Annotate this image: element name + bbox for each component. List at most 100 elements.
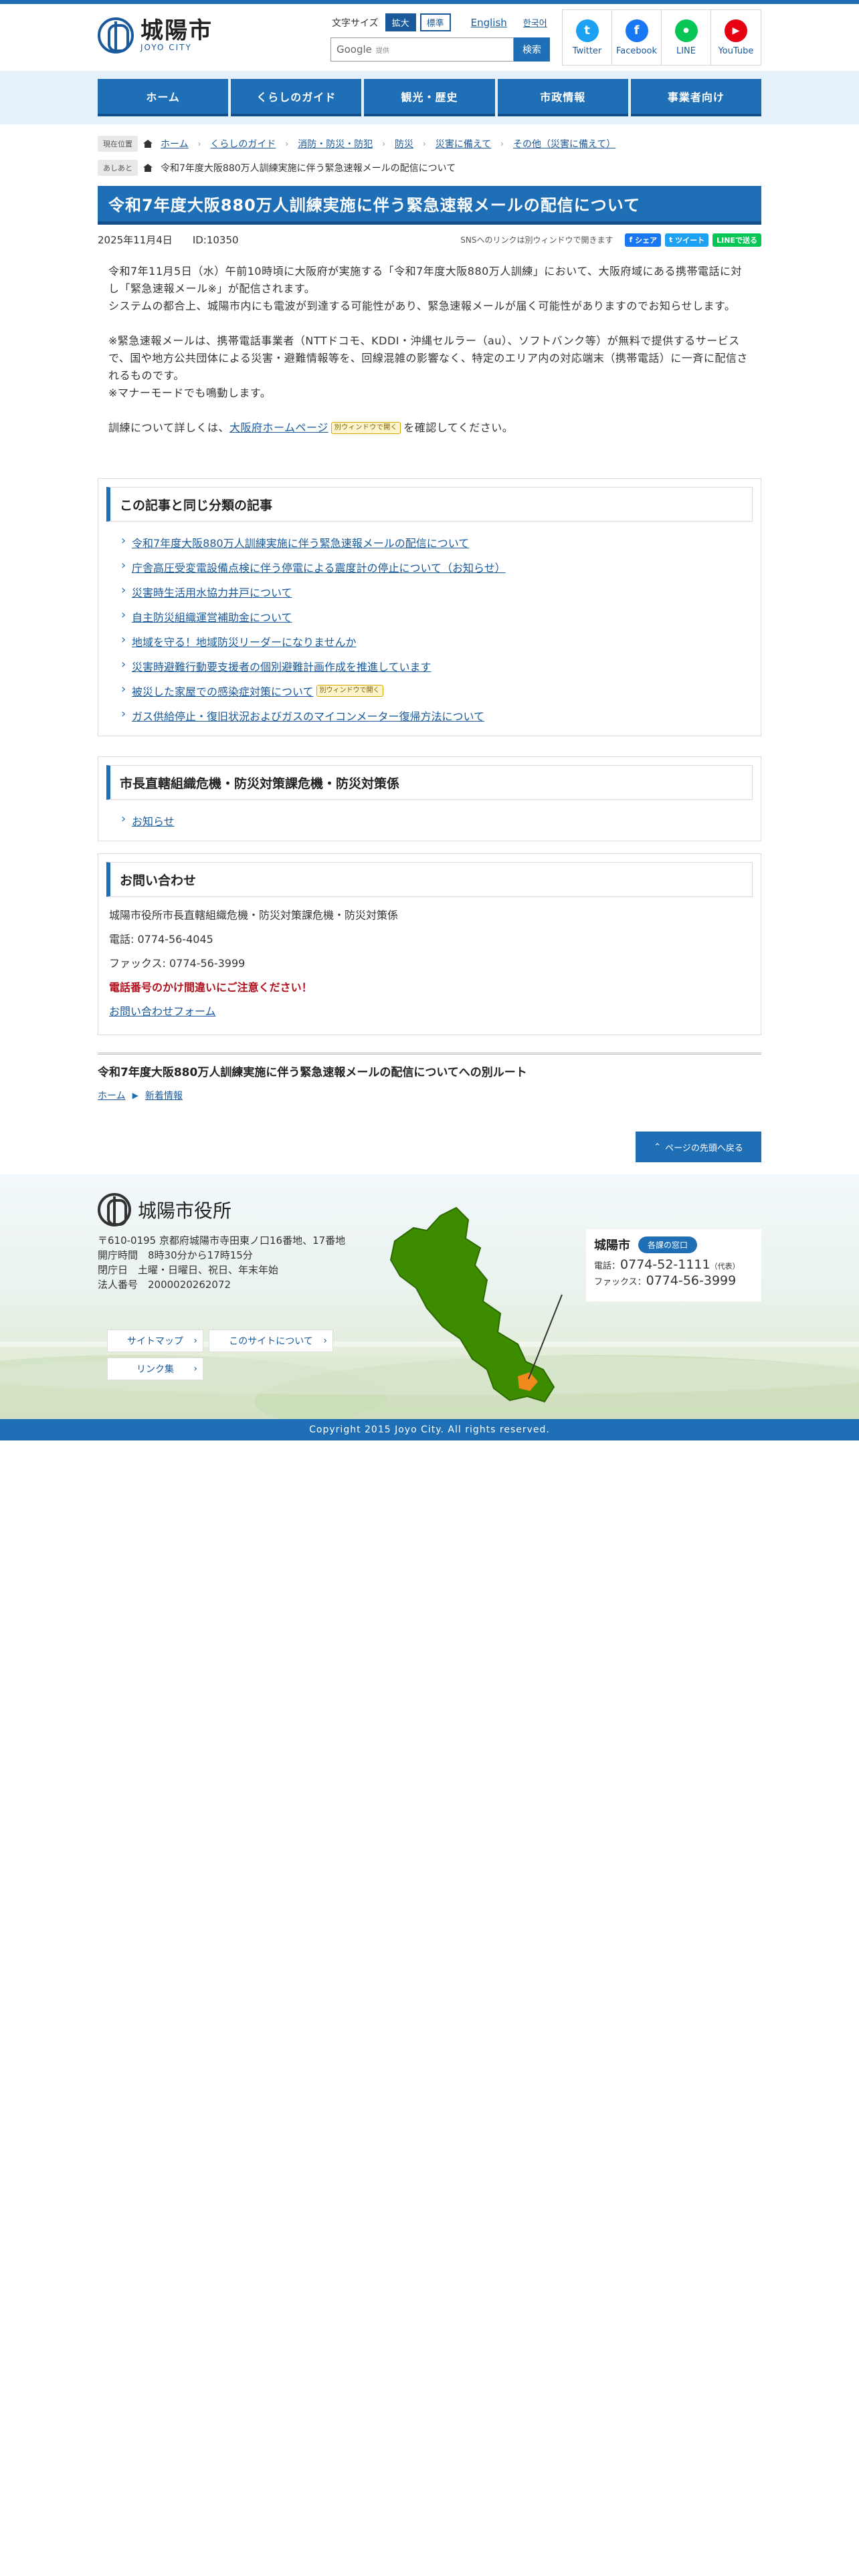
chevron-right-icon: › — [423, 139, 426, 148]
related-link[interactable]: 災害時避難行動要支援者の個別避難計画作成を推進しています — [132, 658, 432, 674]
twitter-icon: t — [669, 235, 676, 244]
tweet-label: ツイート — [675, 235, 705, 245]
twitter-icon: t — [575, 19, 599, 42]
search-input[interactable]: Google 提供 — [330, 37, 514, 62]
utility-bar: 文字サイズ 拡大 標準 English 한국어 — [332, 13, 547, 31]
body-paragraph-2: ※緊急速報メールは、携帯電話事業者（NTTドコモ、KDDI・沖縄セルラー（au）… — [108, 332, 751, 402]
card-tel: 電話：0774-52-1111（代表） — [594, 1257, 753, 1272]
line-icon: ● — [674, 19, 698, 42]
osaka-link[interactable]: 大阪府ホームページ — [229, 421, 328, 434]
related-link[interactable]: 令和7年度大阪880万人訓練実施に伴う緊急速報メールの配信について — [132, 534, 469, 550]
chevron-right-icon: › — [382, 139, 386, 148]
breadcrumb-trail: あしあと 令和7年度大阪880万人訓練実施に伴う緊急速報メールの配信について — [98, 158, 761, 178]
city-map-icon — [389, 1206, 563, 1403]
site-search: Google 提供 検索 — [330, 37, 550, 62]
global-nav-band: ホーム くらしのガイド 観光・歴史 市政情報 事業者向け — [0, 71, 859, 124]
about-site-link[interactable]: このサイトについて — [209, 1329, 333, 1352]
breadcrumb: 現在位置 ホーム › くらしのガイド › 消防・防災・防犯 › 防災 › 災害に… — [98, 134, 761, 178]
related-list: 令和7年度大阪880万人訓練実施に伴う緊急速報メールの配信について 庁舎高圧受変… — [106, 530, 753, 728]
body-p3-pre: 訓練について詳しくは、 — [108, 421, 230, 434]
gnav-business[interactable]: 事業者向け — [630, 79, 762, 116]
site-footer: 城陽市役所 〒610-0195 京都府城陽市寺田東ノ口16番地、17番地 開庁時… — [0, 1174, 859, 1419]
facebook-share-button[interactable]: f シェア — [625, 233, 662, 247]
footer-logo-name: 城陽市役所 — [138, 1200, 232, 1222]
facebook-share-label: シェア — [635, 235, 658, 245]
department-box: 市長直轄組織危機・防災対策課危機・防災対策係 お知らせ — [98, 756, 761, 841]
related-link[interactable]: 自主防災組織運営補助金について — [132, 609, 292, 625]
gnav-city-info[interactable]: 市政情報 — [497, 79, 628, 116]
contact-heading: お問い合わせ — [106, 862, 753, 897]
related-link[interactable]: 被災した家屋での感染症対策について — [132, 683, 314, 699]
city-emblem-icon — [98, 17, 134, 53]
related-link[interactable]: ガス供給停止・復旧状況およびガスのマイコンメーター復帰方法について — [132, 708, 484, 724]
triangle-right-icon: ▶ — [132, 1091, 138, 1100]
sitemap-link[interactable]: サイトマップ — [107, 1329, 203, 1352]
gnav-home[interactable]: ホーム — [98, 79, 229, 116]
korean-link[interactable]: 한국어 — [523, 16, 547, 29]
sns-line[interactable]: ● LINE — [662, 10, 711, 65]
other-route-links: ホーム ▶ 新着情報 — [98, 1089, 761, 1102]
list-item: 地域を守る！地域防災リーダーになりませんか — [121, 629, 753, 653]
logo-name: 城陽市 — [140, 17, 213, 44]
search-note: 提供 — [375, 47, 389, 55]
contact-tel: 電話: 0774-56-4045 — [109, 933, 213, 946]
gnav-living-guide[interactable]: くらしのガイド — [231, 79, 362, 116]
link-collection-link[interactable]: リンク集 — [107, 1358, 203, 1380]
breadcrumb-fire[interactable]: 消防・防災・防犯 — [298, 137, 373, 150]
body-p3-post: を確認してください。 — [403, 421, 514, 434]
related-link[interactable]: 地域を守る！地域防災リーダーになりませんか — [132, 633, 357, 649]
font-size-label: 文字サイズ — [332, 17, 379, 29]
department-notice-link[interactable]: お知らせ — [132, 813, 175, 829]
site-logo[interactable]: 城陽市 JOYO CITY — [98, 17, 213, 53]
youtube-icon: ▶ — [725, 19, 747, 42]
other-route-home[interactable]: ホーム — [98, 1089, 126, 1102]
breadcrumb-other[interactable]: その他（災害に備えて） — [513, 137, 615, 150]
search-button[interactable]: 検索 — [514, 37, 550, 62]
footer-corp-number: 法人番号 2000020262072 — [98, 1279, 231, 1291]
card-fax: ファックス：0774-56-3999 — [594, 1273, 753, 1288]
footer-hours: 開庁時間 8時30分から17時15分 — [98, 1249, 253, 1261]
sns-label: Facebook — [615, 45, 658, 56]
department-window-button[interactable]: 各課の窓口 — [638, 1236, 698, 1253]
breadcrumb-disaster[interactable]: 防災 — [395, 137, 413, 150]
other-route-news[interactable]: 新着情報 — [145, 1089, 183, 1102]
article-body: 令和7年11月5日（水）午前10時頃に大阪府が実施する「令和7年度大阪880万人… — [98, 263, 761, 437]
body-p2b: ※マナーモードでも鳴動します。 — [108, 387, 272, 399]
card-city: 城陽市 — [594, 1239, 630, 1253]
chevron-right-icon: › — [285, 139, 289, 148]
footer-closed: 閉庁日 土曜・日曜日、祝日、年末年始 — [98, 1264, 279, 1276]
new-window-badge: 別ウィンドウで開く — [316, 684, 383, 697]
contact-form-link[interactable]: お問い合わせフォーム — [109, 1005, 216, 1018]
breadcrumb-living[interactable]: くらしのガイド — [210, 137, 276, 150]
list-item: 庁舎高圧受変電設備点検に伴う停電による震度計の停止について（お知らせ） — [121, 554, 753, 579]
breadcrumb-prepare[interactable]: 災害に備えて — [436, 137, 491, 150]
footer-links: サイトマップ このサイトについて リンク集 — [107, 1329, 361, 1380]
home-icon — [143, 164, 153, 172]
footer-address: 〒610-0195 京都府城陽市寺田東ノ口16番地、17番地 開庁時間 8時30… — [98, 1233, 405, 1292]
page-top-button[interactable]: ⌃ ページの先頭へ戻る — [636, 1132, 761, 1162]
tweet-button[interactable]: t ツイート — [665, 233, 709, 247]
list-item: 被災した家屋での感染症対策について別ウィンドウで開く — [121, 678, 753, 703]
english-link[interactable]: English — [471, 17, 507, 29]
sns-youtube[interactable]: ▶ YouTube — [711, 10, 761, 65]
chevron-right-icon: › — [197, 139, 201, 148]
list-item: 令和7年度大阪880万人訓練実施に伴う緊急速報メールの配信について — [121, 530, 753, 554]
font-size-large-button[interactable]: 拡大 — [385, 13, 416, 31]
card-tel-label: 電話： — [594, 1261, 621, 1271]
related-link[interactable]: 庁舎高圧受変電設備点検に伴う停電による震度計の停止について（お知らせ） — [132, 559, 506, 575]
department-heading: 市長直轄組織危機・防災対策課危機・防災対策係 — [106, 765, 753, 800]
related-link[interactable]: 災害時生活用水協力井戸について — [132, 584, 292, 600]
sns-facebook[interactable]: f Facebook — [612, 10, 662, 65]
contact-box: お問い合わせ 城陽市役所市長直轄組織危機・防災対策課危機・防災対策係 電話: 0… — [98, 853, 761, 1035]
search-brand: Google — [337, 43, 372, 56]
sns-twitter[interactable]: t Twitter — [563, 10, 612, 65]
gnav-tourism[interactable]: 観光・歴史 — [364, 79, 495, 116]
related-articles: この記事と同じ分類の記事 令和7年度大阪880万人訓練実施に伴う緊急速報メールの… — [98, 478, 761, 736]
breadcrumb-current: 現在位置 ホーム › くらしのガイド › 消防・防災・防犯 › 防災 › 災害に… — [98, 134, 761, 154]
trail-item: 令和7年度大阪880万人訓練実施に伴う緊急速報メールの配信について — [161, 163, 456, 174]
body-p1: 令和7年11月5日（水）午前10時頃に大阪府が実施する「令和7年度大阪880万人… — [108, 265, 743, 295]
line-share-button[interactable]: LINEで送る — [712, 233, 761, 247]
city-contact-card: 城陽市 各課の窓口 電話：0774-52-1111（代表） ファックス：0774… — [586, 1229, 761, 1301]
font-size-standard-button[interactable]: 標準 — [419, 13, 451, 31]
breadcrumb-home[interactable]: ホーム — [161, 137, 189, 150]
